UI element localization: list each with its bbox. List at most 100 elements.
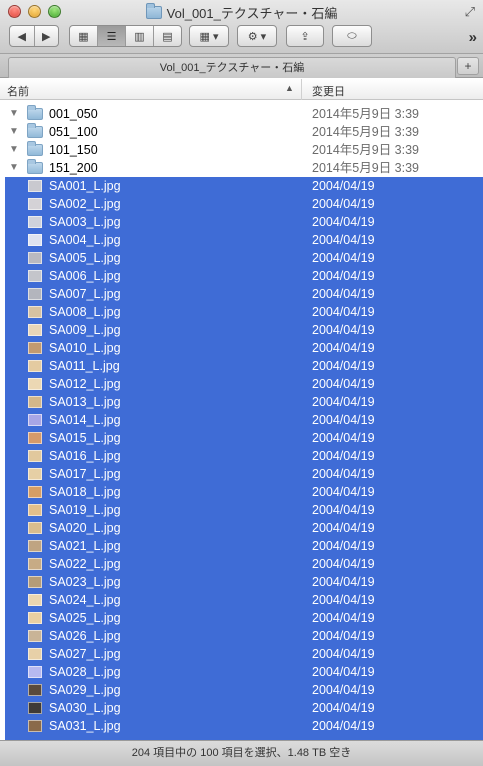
file-date: 2004/04/19 <box>312 485 375 499</box>
file-name: SA019_L.jpg <box>49 503 121 517</box>
file-name: SA003_L.jpg <box>49 215 121 229</box>
image-thumbnail-icon <box>28 252 42 264</box>
folder-icon <box>27 141 43 156</box>
folder-name: 151_200 <box>49 161 98 175</box>
image-thumbnail-icon <box>28 648 42 660</box>
disclosure-triangle-icon[interactable]: ▼ <box>9 123 19 141</box>
image-thumbnail-icon <box>28 576 42 588</box>
file-name: SA015_L.jpg <box>49 431 121 445</box>
traffic-lights <box>8 5 61 18</box>
file-date: 2004/04/19 <box>312 683 375 697</box>
window-title-area: Vol_001_テクスチャー・石編 <box>0 3 483 24</box>
toolbar-overflow-icon[interactable]: » <box>469 29 477 46</box>
file-row[interactable]: SA029_L.jpg 2004/04/19 <box>0 681 483 699</box>
action-gear-button[interactable]: ⚙ ▾ <box>237 25 277 47</box>
image-thumbnail-icon <box>28 396 42 408</box>
disclosure-triangle-icon[interactable]: ▼ <box>9 159 19 177</box>
file-row[interactable]: SA020_L.jpg 2004/04/19 <box>0 519 483 537</box>
file-date: 2004/04/19 <box>312 629 375 643</box>
file-name: SA020_L.jpg <box>49 521 121 535</box>
file-row[interactable]: SA031_L.jpg 2004/04/19 <box>0 717 483 735</box>
file-date: 2004/04/19 <box>312 593 375 607</box>
folder-name: 001_050 <box>49 107 98 121</box>
file-row[interactable]: SA014_L.jpg 2004/04/19 <box>0 411 483 429</box>
column-divider[interactable] <box>301 79 302 100</box>
file-row[interactable]: SA013_L.jpg 2004/04/19 <box>0 393 483 411</box>
file-row[interactable]: SA017_L.jpg 2004/04/19 <box>0 465 483 483</box>
column-header: 名前 ▲ 変更日 <box>0 79 483 100</box>
file-name: SA030_L.jpg <box>49 701 121 715</box>
file-date: 2004/04/19 <box>312 719 375 733</box>
column-name-header[interactable]: 名前 <box>7 83 29 99</box>
zoom-icon[interactable] <box>48 5 61 18</box>
file-row[interactable]: SA022_L.jpg 2004/04/19 <box>0 555 483 573</box>
folder-icon <box>27 159 43 174</box>
view-coverflow-button[interactable]: ▤ <box>154 26 181 46</box>
file-row[interactable]: SA030_L.jpg 2004/04/19 <box>0 699 483 717</box>
file-row[interactable]: SA008_L.jpg 2004/04/19 <box>0 303 483 321</box>
file-row[interactable]: SA004_L.jpg 2004/04/19 <box>0 231 483 249</box>
file-list: ▼ 001_050 2014年5月9日 3:39 ▼ 051_100 2014年5月9日 … <box>0 105 483 740</box>
forward-button[interactable]: ▶ <box>35 26 59 46</box>
file-name: SA021_L.jpg <box>49 539 121 553</box>
file-row[interactable]: SA019_L.jpg 2004/04/19 <box>0 501 483 519</box>
file-row[interactable]: SA028_L.jpg 2004/04/19 <box>0 663 483 681</box>
arrange-button[interactable]: ▦ ▾ <box>189 25 229 47</box>
image-thumbnail-icon <box>28 468 42 480</box>
image-thumbnail-icon <box>28 306 42 318</box>
tab-bar: Vol_001_テクスチャー・石編 + <box>0 54 483 78</box>
image-thumbnail-icon <box>28 684 42 696</box>
file-date: 2004/04/19 <box>312 395 375 409</box>
close-icon[interactable] <box>8 5 21 18</box>
file-row[interactable]: SA009_L.jpg 2004/04/19 <box>0 321 483 339</box>
file-row[interactable]: SA006_L.jpg 2004/04/19 <box>0 267 483 285</box>
view-list-button[interactable]: ☰ <box>98 26 126 46</box>
back-button[interactable]: ◀ <box>10 26 35 46</box>
file-row[interactable]: SA027_L.jpg 2004/04/19 <box>0 645 483 663</box>
file-row[interactable]: SA012_L.jpg 2004/04/19 <box>0 375 483 393</box>
file-row[interactable]: SA024_L.jpg 2004/04/19 <box>0 591 483 609</box>
file-row[interactable]: SA003_L.jpg 2004/04/19 <box>0 213 483 231</box>
image-thumbnail-icon <box>28 558 42 570</box>
folder-row[interactable]: ▼ 151_200 2014年5月9日 3:39 <box>0 159 483 177</box>
file-name: SA004_L.jpg <box>49 233 121 247</box>
disclosure-triangle-icon[interactable]: ▼ <box>9 141 19 159</box>
file-name: SA028_L.jpg <box>49 665 121 679</box>
file-row[interactable]: SA015_L.jpg 2004/04/19 <box>0 429 483 447</box>
file-row[interactable]: SA016_L.jpg 2004/04/19 <box>0 447 483 465</box>
folder-row[interactable]: ▼ 001_050 2014年5月9日 3:39 <box>0 105 483 123</box>
view-icon-button[interactable]: ▦ <box>70 26 98 46</box>
file-name: SA017_L.jpg <box>49 467 121 481</box>
share-button[interactable]: ⇪ <box>286 25 324 47</box>
tag-button[interactable]: ⬭ <box>332 25 372 47</box>
file-row[interactable]: SA021_L.jpg 2004/04/19 <box>0 537 483 555</box>
folder-row[interactable]: ▼ 051_100 2014年5月9日 3:39 <box>0 123 483 141</box>
file-row[interactable]: SA023_L.jpg 2004/04/19 <box>0 573 483 591</box>
file-row[interactable]: SA018_L.jpg 2004/04/19 <box>0 483 483 501</box>
fullscreen-icon[interactable]: ⤢ <box>465 4 475 20</box>
file-row[interactable]: SA025_L.jpg 2004/04/19 <box>0 609 483 627</box>
file-date: 2004/04/19 <box>312 215 375 229</box>
file-row[interactable]: SA026_L.jpg 2004/04/19 <box>0 627 483 645</box>
folder-icon <box>27 105 43 120</box>
disclosure-triangle-icon[interactable]: ▼ <box>9 105 19 123</box>
file-date: 2004/04/19 <box>312 269 375 283</box>
new-tab-button[interactable]: + <box>457 57 479 75</box>
file-row[interactable]: SA005_L.jpg 2004/04/19 <box>0 249 483 267</box>
folder-row[interactable]: ▼ 101_150 2014年5月9日 3:39 <box>0 141 483 159</box>
file-date: 2004/04/19 <box>312 359 375 373</box>
tab-current-folder[interactable]: Vol_001_テクスチャー・石編 <box>8 57 456 78</box>
view-column-button[interactable]: ▥ <box>126 26 154 46</box>
file-date: 2004/04/19 <box>312 503 375 517</box>
file-row[interactable]: SA001_L.jpg 2004/04/19 <box>0 177 483 195</box>
file-row[interactable]: SA002_L.jpg 2004/04/19 <box>0 195 483 213</box>
minimize-icon[interactable] <box>28 5 41 18</box>
image-thumbnail-icon <box>28 324 42 336</box>
image-thumbnail-icon <box>28 378 42 390</box>
file-name: SA007_L.jpg <box>49 287 121 301</box>
file-date: 2004/04/19 <box>312 701 375 715</box>
file-row[interactable]: SA011_L.jpg 2004/04/19 <box>0 357 483 375</box>
file-row[interactable]: SA007_L.jpg 2004/04/19 <box>0 285 483 303</box>
file-row[interactable]: SA010_L.jpg 2004/04/19 <box>0 339 483 357</box>
column-date-header[interactable]: 変更日 <box>312 83 345 99</box>
